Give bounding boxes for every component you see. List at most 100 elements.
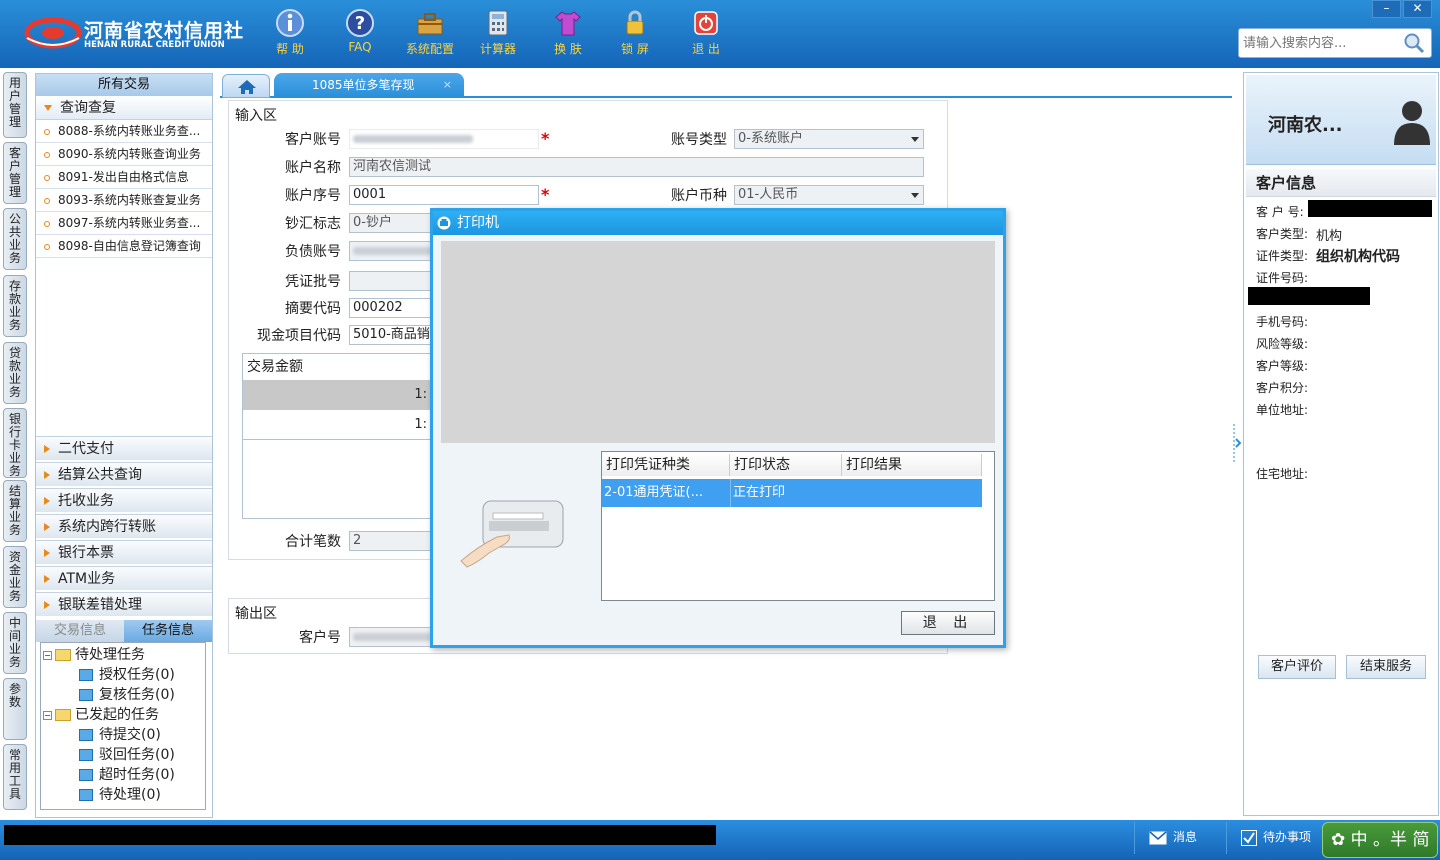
collapsed-arrow-icon [44,497,50,505]
tree-node-pending[interactable]: − 待处理任务 [43,645,145,665]
collapse-panel-handle[interactable] [1233,420,1241,466]
messages-button[interactable]: 消息 [1134,822,1226,854]
currency-select[interactable]: 01-人民币 [734,185,924,205]
ime-indicator[interactable]: ✿ 中 。半 简 [1322,822,1438,858]
tree-item-to-submit[interactable]: 待提交(0) [79,725,161,745]
vtab-public-business[interactable]: 公共业务 [3,208,27,270]
calculator-button[interactable]: 计算器 [468,8,528,60]
company-address-label: 单位地址: [1256,403,1309,417]
question-icon: ? [346,9,374,37]
section-unionpay-error[interactable]: 银联差错处理 [36,592,212,616]
input-area-legend: 输入区 [235,108,277,124]
system-config-label: 系统配置 [405,42,454,56]
section-atm[interactable]: ATM业务 [36,566,212,590]
category-query-reply[interactable]: 查询查复 [36,96,212,120]
tab-task-info[interactable]: 任务信息 [124,620,212,642]
close-window-button[interactable]: ✕ [1403,0,1432,18]
transaction-label: 8090-系统内转账查询业务 [58,147,201,161]
vtab-customer-management[interactable]: 客户管理 [3,142,27,204]
logout-button[interactable]: 退 出 [676,8,736,60]
section-label: 托收业务 [58,493,114,509]
column-header-print-result: 打印结果 [842,454,982,476]
transaction-item[interactable]: 8091-发出自由格式信息 [36,166,212,189]
tree-item-review[interactable]: 复核任务(0) [79,685,175,705]
transaction-item[interactable]: 8097-系统内转账业务查... [36,212,212,235]
amount-row[interactable]: 1: [243,410,431,440]
total-count-label: 合计笔数 [285,534,341,550]
vtab-user-management[interactable]: 用户管理 [3,72,27,138]
section-label: 结算公共查询 [58,467,142,483]
account-type-label: 账号类型 [671,132,727,148]
vtab-bank-card[interactable]: 银行卡业务 [3,408,27,478]
tree-item-rejected[interactable]: 驳回任务(0) [79,745,175,765]
section-interbank-transfer[interactable]: 系统内跨行转账 [36,514,212,538]
summary-code-label: 摘要代码 [285,301,341,317]
search-input[interactable] [1243,33,1403,53]
table-row[interactable]: 2-01通用凭证(... 正在打印 [602,479,982,507]
exit-button[interactable]: 退 出 [901,611,995,635]
tree-node-initiated[interactable]: − 已发起的任务 [43,705,159,725]
account-name-field[interactable]: 河南农信测试 [349,157,924,177]
redacted-value [353,246,433,255]
section-label: 银联差错处理 [58,597,142,613]
cash-item-code-value: 5010-商品销 [353,327,430,342]
vtab-intermediary[interactable]: 中间业务 [3,612,27,674]
tree-item-authorization[interactable]: 授权任务(0) [79,665,175,685]
section-label: ATM业务 [58,571,116,587]
printer-icon [460,500,564,568]
tab-transaction-info[interactable]: 交易信息 [36,620,124,642]
minimize-button[interactable]: – [1372,0,1401,18]
collapsed-arrow-icon [44,471,50,479]
checkbox-icon [1241,829,1257,846]
customer-rating-button[interactable]: 客户评价 [1258,655,1336,679]
faq-button[interactable]: ? FAQ [330,8,390,60]
tab-multi-deposit[interactable]: 1085单位多笔存现 × [274,73,464,98]
section-cashier-check[interactable]: 银行本票 [36,540,212,564]
search-icon[interactable] [1403,32,1425,54]
transaction-label: 8093-系统内转账查复业务 [58,193,201,207]
home-icon [238,80,256,94]
section-collection[interactable]: 托收业务 [36,488,212,512]
vtab-funds[interactable]: 资金业务 [3,546,27,608]
voucher-batch-label: 凭证批号 [285,274,341,290]
change-skin-button[interactable]: 换 肤 [538,8,598,60]
customer-account-field[interactable] [349,129,539,149]
amount-row-selected[interactable]: 1: [243,380,431,410]
tree-item-to-process[interactable]: 待处理(0) [79,785,161,805]
section-second-gen-payment[interactable]: 二代支付 [36,436,212,460]
dialog-title-bar[interactable]: 打印机 [433,211,1003,235]
vtab-common-tools[interactable]: 常用工具 [3,744,27,810]
print-jobs-table: 打印凭证种类 打印状态 打印结果 2-01通用凭证(... 正在打印 [601,451,995,601]
account-type-select[interactable]: 0-系统账户 [734,129,924,149]
todo-button[interactable]: 待办事项 [1226,822,1322,854]
transaction-item[interactable]: 8098-自由信息登记簿查询 [36,235,212,258]
transaction-item[interactable]: 8090-系统内转账查询业务 [36,143,212,166]
print-status-cell: 正在打印 [730,479,840,507]
collapse-icon[interactable]: − [43,710,52,720]
customer-panel: 河南农... 客户信息 客 户 号: 客户类型: 机构 证件类型: 组织机构代码… [1243,72,1439,816]
vtab-settlement[interactable]: 结算业务 [3,480,27,542]
help-button[interactable]: 帮 助 [260,8,320,60]
todo-label: 待办事项 [1263,830,1312,844]
end-service-button[interactable]: 结束服务 [1346,655,1426,679]
close-tab-icon[interactable]: × [443,73,452,97]
bullet-icon [44,221,50,227]
tree-item-label: 授权任务(0) [99,667,175,683]
account-seq-field[interactable]: 0001 [349,185,539,205]
tree-item-timeout[interactable]: 超时任务(0) [79,765,175,785]
section-settlement-query[interactable]: 结算公共查询 [36,462,212,486]
transaction-item[interactable]: 8093-系统内转账查复业务 [36,189,212,212]
collapsed-arrow-icon [44,601,50,609]
transaction-item[interactable]: 8088-系统内转账业务查... [36,120,212,143]
system-config-button[interactable]: 系统配置 [400,8,460,60]
vtab-loan[interactable]: 贷款业务 [3,342,27,404]
app-header: 河南省农村信用社 HENAN RURAL CREDIT UNION 帮 助 ? … [0,0,1440,68]
collapse-icon[interactable]: − [43,650,52,660]
tab-home[interactable] [222,74,270,98]
task-folder-icon [79,789,93,801]
vtab-deposit[interactable]: 存款业务 [3,275,27,337]
output-area-legend: 输出区 [235,606,277,622]
lock-screen-button[interactable]: 锁 屏 [605,8,665,60]
vtab-parameters[interactable]: 参数 [3,678,27,740]
output-customer-label: 客户号 [299,630,341,646]
